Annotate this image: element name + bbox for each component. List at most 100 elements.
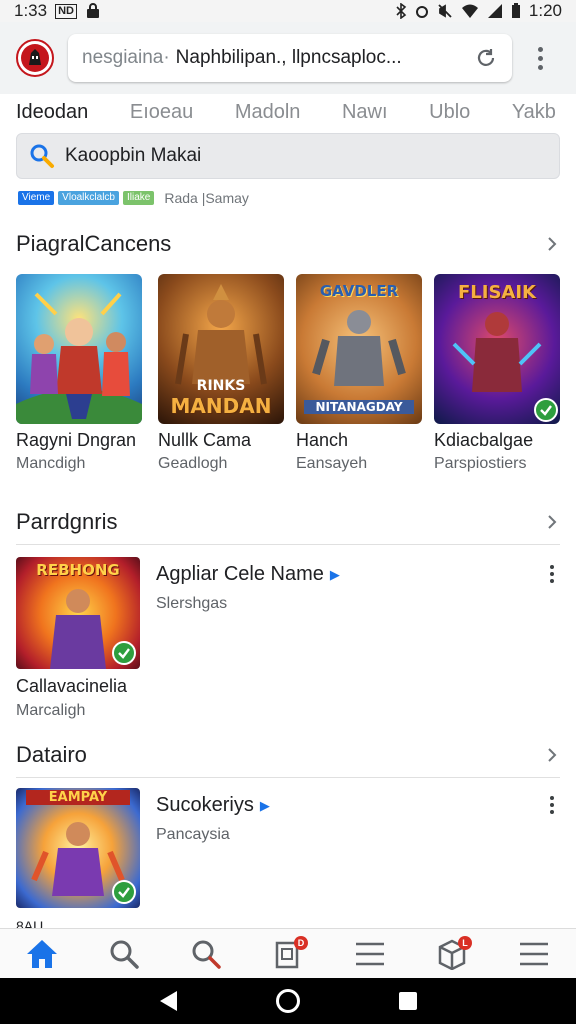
play-icon: ▶: [329, 566, 340, 582]
recents-icon[interactable]: [397, 990, 419, 1012]
status-bar: 1:33 ND 1:20: [0, 0, 576, 22]
reload-icon[interactable]: [474, 46, 498, 70]
card-art-title-2: MANDAN: [170, 394, 272, 418]
filter-chips: Vieme Vloalkclalcb Iliake Rada |Samay: [18, 190, 249, 206]
url-text: Naphbilipan., llpncsaploc...: [175, 47, 402, 68]
mute-icon: [438, 4, 452, 18]
section-title-3: Datairo: [16, 742, 87, 767]
item-menu-button[interactable]: [548, 796, 556, 814]
card-title: Nullk Cama: [158, 430, 252, 450]
nav-menu-2[interactable]: [512, 932, 556, 976]
back-icon[interactable]: [157, 989, 179, 1013]
nav-home[interactable]: [20, 932, 64, 976]
list-item-caption: Callavacinelia: [16, 676, 128, 696]
search-icon: [192, 940, 221, 969]
card-subtitle: Mancdigh: [16, 455, 86, 472]
nav-box[interactable]: L: [430, 932, 474, 976]
chevron-right-icon: [548, 515, 557, 529]
tab-1[interactable]: Eıoeau: [130, 101, 193, 124]
bottom-navigation: D L: [0, 928, 576, 978]
card-art-title-2: NITANAGDAY: [304, 400, 414, 414]
card-subtitle: Parspiostiers: [434, 455, 527, 472]
chip-2[interactable]: Iliake: [122, 191, 155, 205]
list-item-caption: 8AU: [16, 918, 44, 928]
tab-4[interactable]: Ublo: [429, 101, 470, 124]
notification-badge: D: [294, 935, 308, 950]
game-thumbnail: REBHONG: [16, 557, 140, 669]
system-navigation: [0, 978, 576, 1024]
section-header-1[interactable]: PiagralCancens: [16, 224, 560, 264]
card-title: Ragyni Dngran: [16, 430, 137, 450]
menu-icon: [520, 942, 548, 965]
chevron-right-icon: [548, 237, 557, 251]
check-icon: [534, 398, 558, 422]
search-icon: [30, 144, 54, 168]
home-icon: [27, 939, 57, 968]
check-icon: [112, 641, 136, 665]
game-card-3[interactable]: GAVDLER NITANAGDAY Hanch Eansayeh: [296, 274, 422, 473]
list-item-subtitle: Pancaysia: [156, 826, 230, 843]
check-icon: [112, 880, 136, 904]
game-card-2[interactable]: RINKS MANDAN Nullk Cama Geadlogh: [158, 274, 284, 473]
notification-badge: L: [458, 935, 472, 950]
category-tabs: Ideodan Eıoeau Madoln Nawı Ublo Yakb: [0, 94, 576, 130]
chip-0[interactable]: Vieme: [18, 191, 55, 205]
play-icon: ▶: [259, 797, 270, 813]
search-input[interactable]: Kaoopbin Makai: [16, 133, 560, 179]
overflow-menu-button[interactable]: [528, 38, 552, 78]
game-card-1[interactable]: Ragyni Dngran Mancdigh: [16, 274, 142, 473]
nav-search-2[interactable]: [184, 932, 228, 976]
chevron-right-icon: [548, 748, 557, 762]
tab-0[interactable]: Ideodan: [16, 101, 88, 124]
heroes-art: [16, 292, 142, 424]
bluetooth-icon: [396, 3, 407, 19]
section-header-3[interactable]: Datairo: [16, 735, 560, 775]
list-item[interactable]: REBHONG Agpliar Cele Name ▶ Slershgas: [16, 557, 560, 669]
game-thumbnail: EAMPAY: [16, 788, 140, 908]
chips-label: Rada |Samay: [164, 190, 249, 206]
list-item-caption-sub: Marcaligh: [16, 702, 86, 719]
nav-search[interactable]: [102, 932, 146, 976]
item-menu-button[interactable]: [548, 565, 556, 583]
game-thumbnail: GAVDLER NITANAGDAY: [296, 274, 422, 424]
mask-logo-icon: [21, 44, 49, 72]
list-item-title: Agpliar Cele Name ▶: [156, 563, 340, 585]
tab-2[interactable]: Madoln: [235, 101, 301, 124]
menu-icon: [356, 942, 384, 965]
game-thumbnail: RINKS MANDAN: [158, 274, 284, 424]
tab-5[interactable]: Yakb: [512, 101, 556, 124]
card-subtitle: Eansayeh: [296, 455, 368, 472]
browser-toolbar: nesgiaina· Naphbilipan., llpncsaploc...: [0, 22, 576, 94]
lock-icon: [86, 3, 99, 18]
search-icon: [110, 940, 139, 969]
battery-icon: [511, 3, 520, 18]
nav-menu[interactable]: [348, 932, 392, 976]
tab-3[interactable]: Nawı: [342, 101, 388, 124]
list-item[interactable]: EAMPAY Sucokeriys ▶ Pancaysia: [16, 788, 560, 908]
game-thumbnail: FLISAIK: [434, 274, 560, 424]
divider: [16, 544, 560, 545]
card-title: Kdiacbalgae: [434, 430, 534, 450]
section-title-2: Parrdgnris: [16, 509, 118, 534]
card-art-title-1: RINKS: [196, 378, 246, 394]
divider: [16, 777, 560, 778]
game-thumbnail: [16, 274, 142, 424]
search-value: Kaoopbin Makai: [65, 145, 202, 166]
status-time-left: 1:33: [14, 1, 48, 20]
card-subtitle: Geadlogh: [158, 455, 228, 472]
chip-1[interactable]: Vloalkclalcb: [58, 191, 119, 205]
status-time-right: 1:20: [528, 1, 562, 20]
section-header-2[interactable]: Parrdgnris: [16, 502, 560, 542]
app-logo[interactable]: [16, 39, 54, 77]
card-title: Hanch: [296, 430, 349, 450]
signal-icon: [487, 4, 502, 18]
home-circle-icon[interactable]: [275, 988, 301, 1014]
wifi-icon: [461, 4, 478, 18]
url-prefix: nesgiaina·: [82, 47, 170, 68]
section-title-1: PiagralCancens: [16, 231, 172, 256]
status-badge: ND: [55, 3, 77, 19]
url-bar[interactable]: nesgiaina· Naphbilipan., llpncsaploc...: [68, 34, 512, 82]
nav-library[interactable]: D: [266, 932, 310, 976]
alarm-icon: [415, 6, 428, 18]
game-card-4[interactable]: FLISAIK Kdiacbalgae Parspiostiers: [434, 274, 560, 473]
